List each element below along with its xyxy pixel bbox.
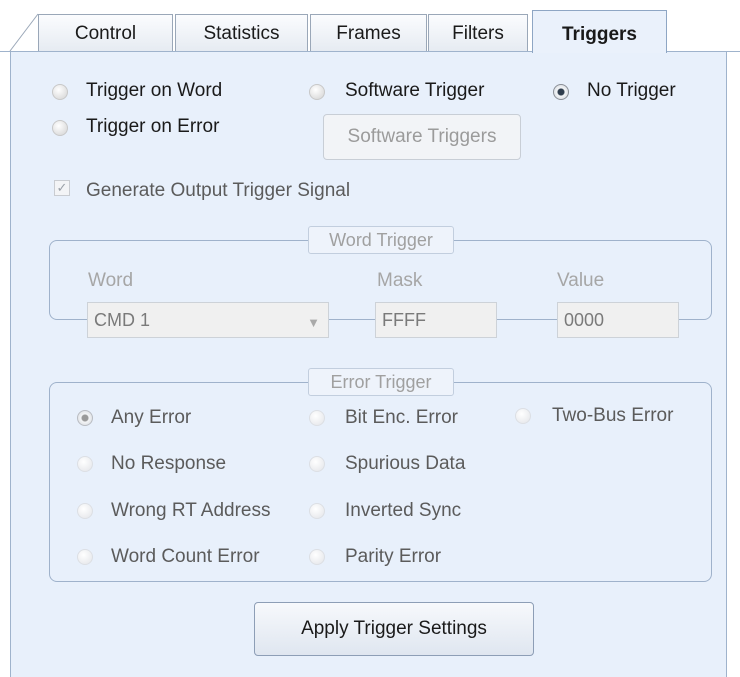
no-trigger-label: No Trigger	[587, 80, 676, 101]
bit-enc-error-radio[interactable]	[309, 410, 325, 426]
tab-strip-edge	[9, 13, 39, 52]
value-field[interactable]: 0000	[557, 302, 679, 338]
trigger-on-error-label: Trigger on Error	[86, 116, 220, 137]
tab-triggers[interactable]: Triggers	[532, 10, 667, 53]
inverted-sync-label: Inverted Sync	[345, 500, 462, 521]
tab-frames[interactable]: Frames	[310, 14, 427, 51]
word-count-error-label: Word Count Error	[111, 546, 260, 567]
bit-enc-error-label: Bit Enc. Error	[345, 407, 458, 428]
mask-field-value: FFFF	[382, 310, 426, 330]
generate-output-trigger-label: Generate Output Trigger Signal	[86, 180, 351, 201]
triggers-panel: Trigger on Word Software Trigger No Trig…	[10, 52, 727, 677]
word-select-value: CMD 1	[94, 310, 151, 330]
tab-statistics[interactable]: Statistics	[175, 14, 308, 51]
word-count-error-radio[interactable]	[77, 549, 93, 565]
inverted-sync-radio[interactable]	[309, 503, 325, 519]
no-trigger-radio[interactable]	[553, 84, 569, 100]
error-trigger-title: Error Trigger	[308, 368, 454, 396]
parity-error-label: Parity Error	[345, 546, 442, 567]
spurious-data-radio[interactable]	[309, 456, 325, 472]
software-triggers-button[interactable]: Software Triggers	[323, 114, 521, 160]
any-error-label: Any Error	[111, 407, 192, 428]
mask-field[interactable]: FFFF	[375, 302, 497, 338]
no-response-radio[interactable]	[77, 456, 93, 472]
word-select[interactable]: CMD 1 ▼	[87, 302, 329, 338]
no-response-label: No Response	[111, 453, 227, 474]
mask-label: Mask	[377, 270, 423, 291]
apply-trigger-settings-button[interactable]: Apply Trigger Settings	[254, 602, 534, 656]
software-trigger-radio[interactable]	[309, 84, 325, 100]
tab-strip: Control Statistics Frames Filters Trigge…	[0, 0, 740, 53]
wrong-rt-address-radio[interactable]	[77, 503, 93, 519]
wrong-rt-address-label: Wrong RT Address	[111, 500, 271, 521]
word-label: Word	[88, 270, 134, 291]
parity-error-radio[interactable]	[309, 549, 325, 565]
trigger-on-word-label: Trigger on Word	[86, 80, 223, 101]
value-label: Value	[557, 270, 605, 291]
generate-output-trigger-checkbox[interactable]: ✓	[54, 180, 70, 196]
two-bus-error-radio[interactable]	[515, 408, 531, 424]
two-bus-error-label: Two-Bus Error	[552, 405, 674, 426]
value-field-value: 0000	[564, 310, 605, 330]
chevron-down-icon: ▼	[307, 315, 320, 330]
software-trigger-label: Software Trigger	[345, 80, 485, 101]
trigger-on-word-radio[interactable]	[52, 84, 68, 100]
any-error-radio[interactable]	[77, 410, 93, 426]
tab-filters[interactable]: Filters	[428, 14, 528, 51]
spurious-data-label: Spurious Data	[345, 453, 466, 474]
word-trigger-title: Word Trigger	[308, 226, 454, 254]
trigger-on-error-radio[interactable]	[52, 120, 68, 136]
